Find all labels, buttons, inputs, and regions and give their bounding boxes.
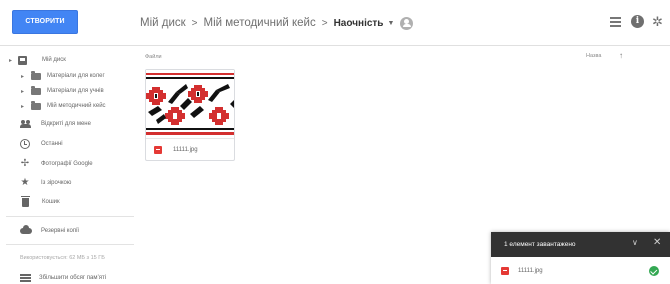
sidebar-item-recent[interactable]: Останні (20, 136, 63, 152)
sidebar: ▸ Мій диск ▸ Матеріали для колег ▸ Матер… (0, 46, 137, 284)
chevron-down-icon[interactable]: ▼ (387, 20, 394, 27)
expand-arrow-icon[interactable]: ▸ (20, 103, 25, 110)
breadcrumb-separator-icon: > (191, 17, 198, 29)
file-thumbnail (146, 70, 234, 138)
sidebar-item-label: Фотографії Google (41, 161, 93, 167)
sidebar-item-label: Резервні копії (41, 228, 80, 234)
expand-arrow-icon[interactable]: ▸ (20, 88, 25, 95)
sidebar-divider (6, 244, 134, 245)
star-icon: ★ (20, 177, 30, 188)
people-icon (20, 120, 31, 128)
top-bar: СТВОРИТИ Мій диск > Мій методичний кейс … (0, 0, 670, 46)
breadcrumb: Мій диск > Мій методичний кейс > Наочніс… (140, 15, 414, 31)
uploaded-file-name: 11111.jpg (518, 267, 543, 274)
sort-by-name[interactable]: Назва (586, 53, 601, 59)
uploaded-file-row[interactable]: 11111.jpg (491, 257, 670, 284)
embroidery-pattern-image (146, 73, 234, 135)
close-icon[interactable]: ✕ (653, 237, 661, 248)
file-card-footer: 11111.jpg (146, 138, 234, 160)
files-section-label: Файли (145, 54, 162, 60)
breadcrumb-my-drive[interactable]: Мій диск (140, 17, 186, 29)
image-file-icon (154, 145, 162, 154)
trash-icon (21, 195, 30, 207)
sidebar-item-label: Відкриті для мене (41, 121, 91, 127)
breadcrumb-separator-icon: > (321, 17, 328, 29)
folder-icon (31, 85, 41, 95)
sidebar-folder-colleagues[interactable]: ▸ Матеріали для колег (20, 68, 105, 84)
file-card[interactable]: 11111.jpg (145, 69, 235, 161)
sidebar-item-backups[interactable]: Резервні копії (20, 223, 79, 239)
sort-arrow-up-icon[interactable]: ↑ (619, 51, 623, 60)
sidebar-item-label: Із зірочкою (41, 180, 72, 186)
sidebar-item-my-drive[interactable]: ▸ Мій диск (8, 52, 66, 68)
sidebar-item-label: Матеріали для учнів (47, 88, 104, 94)
upload-panel-header: 1 елемент завантажено ∨ ✕ (491, 232, 670, 257)
storage-usage-text: Використовується: 62 МБ з 15 ГБ (20, 255, 105, 261)
sidebar-item-label: Матеріали для колег (47, 73, 105, 79)
storage-usage: Використовується: 62 МБ з 15 ГБ (20, 250, 105, 266)
list-view-icon[interactable] (609, 15, 623, 29)
sidebar-item-label: Останні (41, 141, 63, 147)
gear-icon[interactable]: ✲ (652, 15, 666, 29)
file-name: 11111.jpg (173, 146, 198, 153)
menu-icon (20, 274, 31, 282)
upgrade-storage-label: Збільшити обсяг пам’яті (39, 275, 107, 281)
folder-icon (31, 100, 41, 110)
collapse-chevron-icon[interactable]: ∨ (632, 238, 638, 247)
cloud-icon (20, 225, 32, 234)
info-icon[interactable]: i (631, 15, 644, 28)
sidebar-folder-methodical-case[interactable]: ▸ Мій методичний кейс (20, 98, 106, 114)
sidebar-item-starred[interactable]: ★ Із зірочкою (19, 175, 72, 191)
upgrade-storage-link[interactable]: Збільшити обсяг пам’яті (20, 270, 106, 284)
upload-complete-check-icon (649, 266, 659, 276)
current-folder-title[interactable]: Наочність (334, 18, 384, 29)
sidebar-item-label: Кошик (42, 199, 60, 205)
sidebar-item-google-photos[interactable]: ✢ Фотографії Google (19, 156, 93, 172)
shared-folder-icon (400, 16, 414, 30)
sidebar-item-trash[interactable]: Кошик (21, 194, 60, 210)
breadcrumb-methodical-case[interactable]: Мій методичний кейс (204, 17, 316, 29)
expand-arrow-icon[interactable]: ▸ (20, 73, 25, 80)
sidebar-folder-students[interactable]: ▸ Матеріали для учнів (20, 83, 104, 99)
image-file-icon (501, 266, 509, 275)
upload-status-panel: 1 елемент завантажено ∨ ✕ 11111.jpg (491, 232, 670, 284)
drive-icon (18, 55, 27, 65)
create-button[interactable]: СТВОРИТИ (12, 10, 78, 34)
expand-arrow-icon[interactable]: ▸ (8, 57, 13, 64)
sidebar-item-label: Мій диск (42, 57, 66, 63)
upload-panel-title: 1 елемент завантажено (504, 241, 576, 248)
clock-icon (20, 139, 30, 149)
sidebar-item-shared[interactable]: Відкриті для мене (20, 116, 91, 132)
sidebar-item-label: Мій методичний кейс (47, 103, 106, 109)
sidebar-divider (6, 216, 134, 217)
folder-icon (31, 70, 41, 80)
pinwheel-icon: ✢ (20, 158, 30, 169)
